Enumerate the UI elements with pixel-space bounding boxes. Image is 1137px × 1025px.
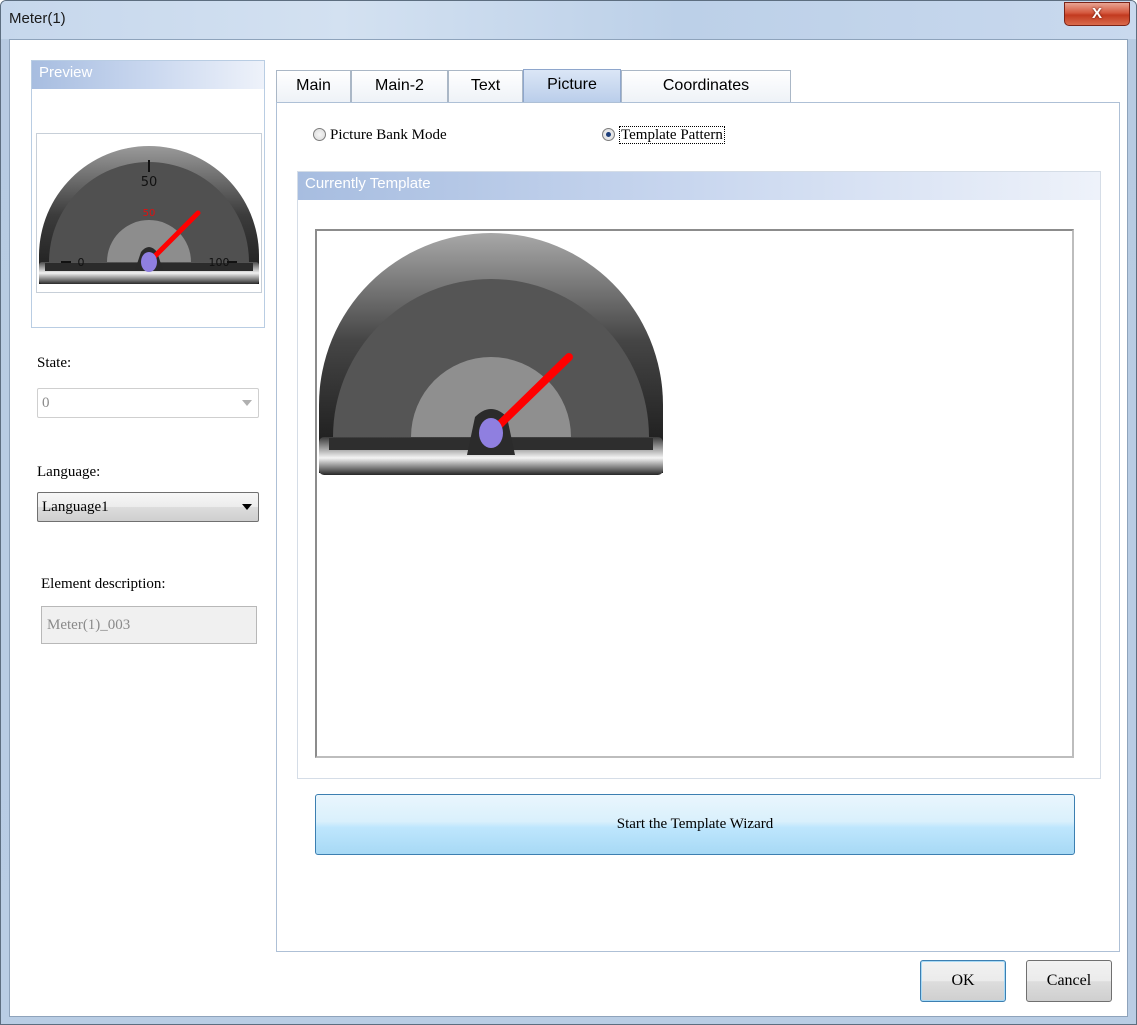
cancel-button[interactable]: Cancel (1026, 960, 1112, 1002)
chevron-down-icon (242, 504, 252, 510)
state-label: State: (37, 355, 72, 371)
preview-meter-graphic: 50 50 0 100 (39, 146, 259, 284)
element-description-field[interactable]: Meter(1)_003 (41, 606, 257, 644)
dialog-body: Preview 50 50 0 100 State: 0 Language: L… (9, 39, 1128, 1017)
state-combo[interactable]: 0 (37, 388, 259, 418)
start-template-wizard-button[interactable]: Start the Template Wizard (315, 794, 1075, 855)
preview-hub (141, 252, 157, 272)
ok-button[interactable]: OK (920, 960, 1006, 1002)
language-combo[interactable]: Language1 (37, 492, 259, 522)
template-pattern-label: Template Pattern (619, 126, 725, 144)
tab-coordinates[interactable]: Coordinates (621, 70, 791, 102)
preview-header: Preview (32, 61, 264, 89)
window-title: Meter(1) (9, 10, 66, 27)
language-value: Language1 (42, 499, 109, 515)
currently-template-header: Currently Template (298, 172, 1100, 200)
state-value: 0 (42, 395, 50, 411)
language-label: Language: (37, 464, 101, 480)
chevron-down-icon (242, 400, 252, 406)
tab-main[interactable]: Main (276, 70, 351, 102)
preview-value-label: 50 (143, 208, 156, 219)
title-bar[interactable]: Meter(1) X (1, 1, 1136, 39)
element-description-label: Element description: (41, 576, 166, 592)
template-meter-graphic (319, 233, 663, 475)
picture-bank-mode-option[interactable]: Picture Bank Mode (313, 127, 447, 144)
currently-template-group: Currently Template (297, 171, 1101, 779)
preview-image: 50 50 0 100 (36, 133, 262, 293)
template-preview-frame (315, 229, 1074, 758)
template-hub (479, 418, 503, 448)
preview-group: Preview 50 50 0 100 (31, 60, 265, 328)
template-pattern-option[interactable]: Template Pattern (602, 126, 725, 144)
meter-dialog: Meter(1) X Preview 50 50 0 100 State: 0 … (0, 0, 1137, 1025)
picture-bank-mode-radio[interactable] (313, 128, 326, 141)
template-pattern-radio[interactable] (602, 128, 615, 141)
tab-main-2[interactable]: Main-2 (351, 70, 448, 102)
preview-mid-label: 50 (141, 175, 158, 190)
preview-min-label: 0 (78, 256, 85, 269)
picture-tab-panel: Picture Bank Mode Template Pattern Curre… (276, 102, 1120, 952)
picture-bank-mode-label: Picture Bank Mode (330, 127, 447, 143)
preview-max-label: 100 (209, 256, 230, 269)
close-button[interactable]: X (1064, 2, 1130, 26)
tab-picture[interactable]: Picture (523, 69, 621, 103)
tab-text[interactable]: Text (448, 70, 523, 102)
